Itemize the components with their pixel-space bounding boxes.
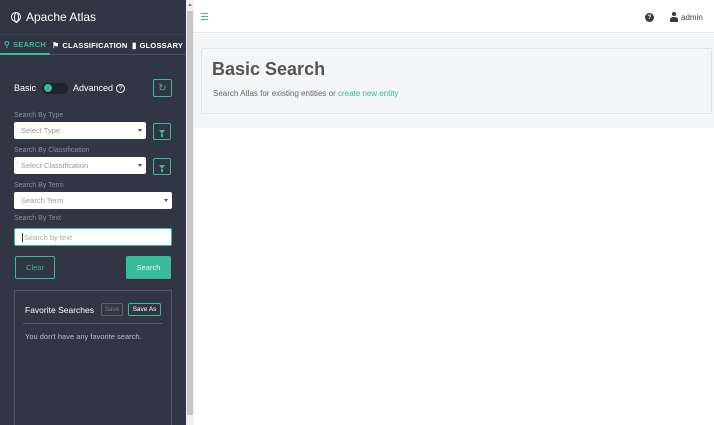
sidebar-tabs: ⚲ SEARCH ⚑ CLASSIFICATION ▮ GLOSSARY: [0, 35, 186, 55]
sidebar: Apache Atlas ⚲ SEARCH ⚑ CLASSIFICATION ▮…: [0, 0, 186, 425]
refresh-icon: ↻: [158, 82, 167, 94]
search-text-input[interactable]: Search by text: [14, 228, 172, 246]
tag-icon: ⚑: [52, 40, 60, 50]
filter-icon: [159, 164, 165, 172]
scroll-up-arrow-icon[interactable]: [188, 3, 192, 6]
favorite-searches-title: Favorite Searches: [25, 305, 94, 315]
text-filter-label: Search By Text: [14, 215, 61, 222]
type-select[interactable]: Select Type: [14, 122, 146, 139]
caret-down-icon: [138, 164, 142, 167]
classification-select[interactable]: Select Classification: [14, 157, 146, 174]
divider: [23, 323, 163, 324]
sidebar-scrollbar[interactable]: [186, 0, 194, 425]
scrollbar-thumb[interactable]: [187, 11, 193, 415]
clear-button[interactable]: Clear: [15, 256, 55, 279]
tab-classification-label: CLASSIFICATION: [62, 40, 128, 50]
folder-icon: ▮: [132, 40, 137, 50]
favorites-empty-message: You don't have any favorite search.: [25, 332, 142, 341]
search-icon: ⚲: [4, 39, 11, 49]
caret-down-icon: [164, 199, 168, 202]
page-subtitle: Search Atlas for existing entities or cr…: [213, 89, 398, 98]
search-mode-row: Basic Advanced ?: [14, 79, 172, 97]
tab-search-label: SEARCH: [13, 39, 46, 49]
refresh-button[interactable]: ↻: [153, 79, 172, 97]
search-button[interactable]: Search: [126, 256, 171, 279]
basic-label: Basic: [14, 83, 37, 93]
type-select-value: Select Type: [21, 126, 61, 135]
page-title: Basic Search: [212, 59, 326, 79]
term-select[interactable]: Search Term: [14, 192, 172, 209]
brand[interactable]: Apache Atlas: [0, 0, 186, 35]
save-favorite-button[interactable]: Save: [101, 303, 123, 316]
page-subtitle-text: Search Atlas for existing entities or: [213, 89, 338, 98]
classification-filter-label: Search By Classification: [14, 147, 90, 154]
globe-icon: [11, 12, 21, 23]
main-content: Basic Search Search Atlas for existing e…: [194, 34, 714, 425]
term-select-value: Search Term: [21, 196, 64, 205]
user-icon[interactable]: [670, 12, 678, 22]
basic-search-card: Basic Search Search Atlas for existing e…: [201, 48, 712, 114]
question-circle-icon[interactable]: ?: [116, 83, 126, 93]
classification-select-value: Select Classification: [21, 161, 89, 170]
caret-down-icon: [138, 129, 142, 132]
advanced-label: Advanced: [73, 83, 114, 93]
classification-filter-button[interactable]: [153, 158, 171, 175]
tab-glossary[interactable]: ▮ GLOSSARY: [128, 35, 187, 55]
brand-label: Apache Atlas: [26, 10, 97, 24]
help-icon[interactable]: ?: [645, 13, 654, 22]
favorite-searches-panel: Favorite Searches Save Save As You don't…: [14, 290, 172, 425]
type-filter-button[interactable]: [153, 123, 171, 140]
tab-classification[interactable]: ⚑ CLASSIFICATION: [48, 35, 132, 55]
text-cursor: [22, 232, 23, 242]
tab-search[interactable]: ⚲ SEARCH: [0, 35, 50, 55]
toggle-knob: [44, 84, 53, 92]
top-bar: ? admin: [194, 0, 714, 33]
save-as-favorite-button[interactable]: Save As: [128, 303, 161, 316]
mode-toggle[interactable]: [42, 82, 69, 94]
filter-icon: [159, 129, 165, 137]
type-filter-label: Search By Type: [14, 112, 64, 119]
menu-toggle-icon[interactable]: [201, 13, 208, 21]
term-filter-label: Search By Term: [14, 182, 64, 189]
tab-glossary-label: GLOSSARY: [139, 40, 184, 50]
user-name[interactable]: admin: [681, 13, 703, 22]
create-entity-link[interactable]: create new entity: [338, 89, 398, 98]
search-text-placeholder: Search by text: [24, 232, 72, 242]
